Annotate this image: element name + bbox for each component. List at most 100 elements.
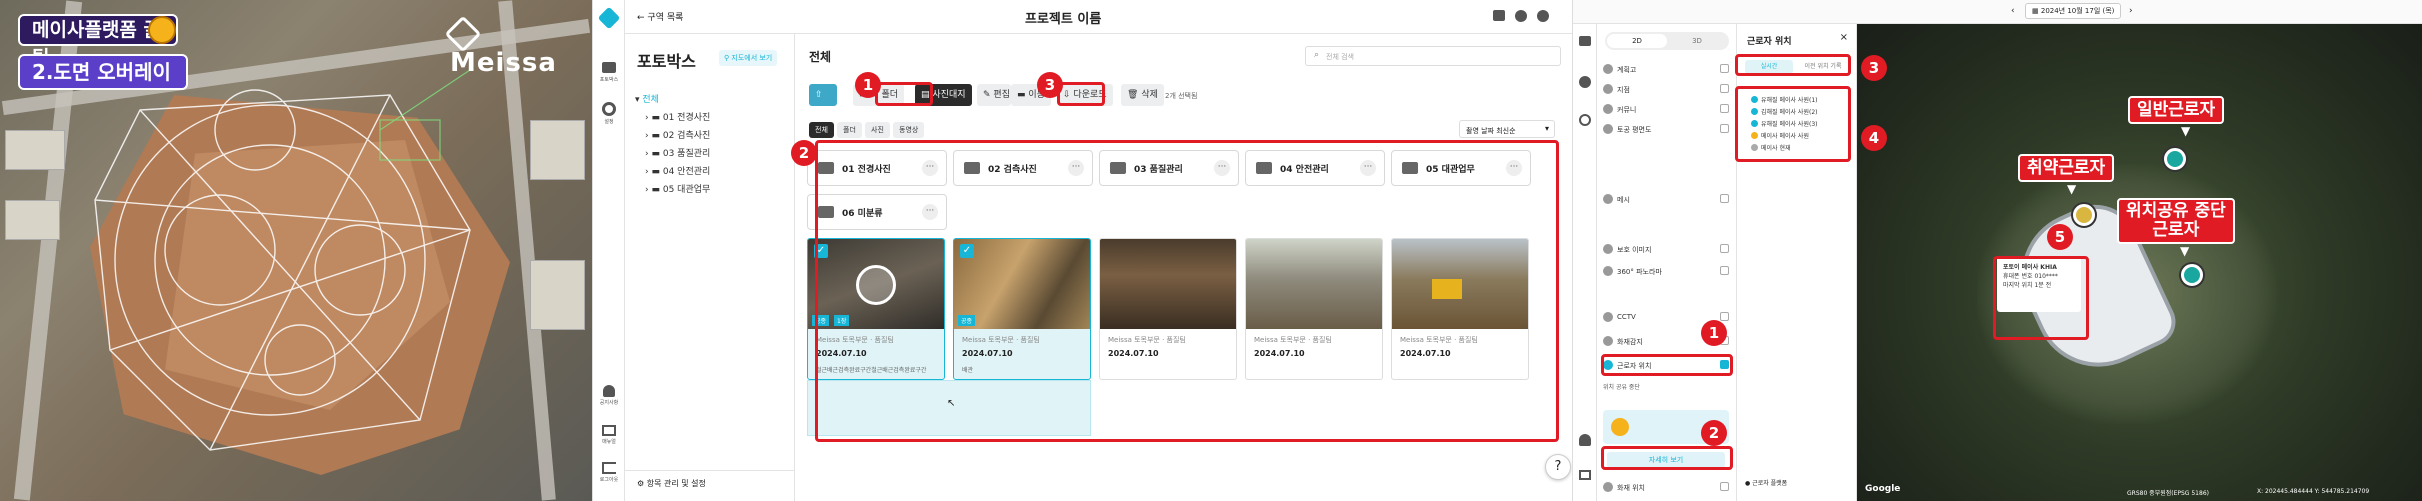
folder-icon: ▬ — [651, 149, 660, 159]
tree-item[interactable]: › ▬ 02 검측사진 — [645, 128, 710, 141]
worker-pin-general[interactable] — [2164, 148, 2186, 170]
brand-name: Meissa — [450, 48, 557, 78]
book-icon[interactable] — [602, 425, 616, 436]
layer-row[interactable]: 커뮤니 — [1603, 100, 1731, 120]
tree-item[interactable]: › ▬ 04 안전관리 — [645, 164, 710, 177]
layer-label: 보호 이미지 — [1617, 246, 1652, 254]
help-button[interactable]: ? — [1545, 454, 1571, 480]
tree-item[interactable]: › ▬ 05 대관업무 — [645, 182, 710, 195]
book-icon[interactable] — [1579, 470, 1591, 480]
checkbox-icon[interactable] — [1720, 64, 1729, 73]
layer-row[interactable]: 메시 — [1603, 190, 1731, 210]
checkbox-icon[interactable] — [1720, 104, 1729, 113]
upload-button[interactable]: ⇧ — [809, 84, 837, 106]
layer-icon — [1603, 266, 1613, 276]
logout-icon[interactable] — [602, 462, 616, 474]
tree-item-label: 04 안전관리 — [662, 167, 711, 177]
back-label: 구역 목록 — [647, 13, 684, 23]
sort-select[interactable]: 촬영 날짜 최신순 ▾ — [1459, 120, 1555, 138]
map-view-label: 지도에서 보기 — [731, 54, 773, 62]
filter-photo[interactable]: 사진 — [865, 122, 890, 138]
project-title: 프로젝트 이름 — [1025, 12, 1102, 27]
delete-button[interactable]: 🗑 삭제 — [1121, 84, 1164, 106]
bell-icon[interactable] — [603, 385, 615, 397]
layer-row[interactable]: 토공 평면도 — [1603, 120, 1731, 140]
clock-icon[interactable] — [1515, 10, 1527, 22]
bottom-item[interactable]: ● 근로자 플랫폼 — [1745, 478, 1787, 487]
layer-label: 계획고 — [1617, 66, 1637, 74]
layer-row[interactable]: 360° 파노라마 — [1603, 262, 1731, 282]
gear-icon[interactable] — [1579, 114, 1591, 126]
filter-all[interactable]: 전체 — [809, 122, 834, 138]
layer-label: 지점 — [1617, 86, 1630, 94]
filter-video[interactable]: 동영상 — [893, 122, 925, 138]
sort-label: 촬영 날짜 최신순 — [1466, 127, 1516, 135]
view-2d-button[interactable]: 2D — [1607, 34, 1667, 48]
checkbox-icon[interactable] — [1720, 84, 1729, 93]
arrow-down-icon: ▼ — [2180, 244, 2190, 258]
tree-item-label: 02 검측사진 — [662, 131, 711, 141]
checkbox-icon[interactable] — [1720, 482, 1729, 491]
calendar-icon: ▦ — [2032, 7, 2039, 15]
chevron-right-icon[interactable]: › — [2129, 6, 2133, 16]
edit-button[interactable]: ✎ 편집 — [977, 84, 1011, 106]
tree-item-label: 03 품질관리 — [662, 149, 711, 159]
step-marker: 2 — [1701, 420, 1727, 446]
bell-icon[interactable] — [1579, 434, 1591, 446]
checkbox-icon[interactable] — [1720, 124, 1729, 133]
divider — [625, 470, 795, 471]
map-view-button[interactable]: ⚲ 지도에서 보기 — [719, 50, 778, 66]
tree-item-label: 01 전경사진 — [662, 113, 711, 123]
user-icon[interactable] — [1537, 10, 1549, 22]
search-input[interactable]: ⌕ 전체 검색 — [1305, 46, 1561, 66]
checkbox-icon[interactable] — [1720, 312, 1729, 321]
layer-label: 토공 평면도 — [1617, 126, 1652, 134]
delete-label: 삭제 — [1141, 90, 1158, 100]
folder-icon: ▬ — [651, 131, 660, 141]
folder-move-icon: ▬ — [1017, 90, 1026, 100]
photobox-sidebar: 포토박스 ⚲ 지도에서 보기 ▾ 전체 › ▬ 01 전경사진 › ▬ 02 검… — [625, 34, 795, 501]
chevron-left-icon[interactable]: ‹ — [2011, 6, 2015, 16]
date-picker[interactable]: ▦ 2024년 10월 17일 (목) — [2025, 3, 2122, 19]
checkbox-icon[interactable] — [1720, 194, 1729, 203]
label-stopped-worker: 위치공유 중단 근로자 — [2117, 198, 2235, 244]
user-icon[interactable] — [1579, 76, 1591, 88]
app-logo-icon[interactable] — [597, 6, 621, 30]
pencil-icon: ✎ — [983, 90, 991, 100]
tree-item[interactable]: › ▬ 03 품질관리 — [645, 146, 710, 159]
filter-folder[interactable]: 폴더 — [837, 122, 862, 138]
pin-icon: ⚲ — [724, 54, 730, 62]
archive-icon[interactable] — [1493, 10, 1505, 21]
view-toggle[interactable]: 2D 3D — [1605, 32, 1729, 50]
checkbox-icon[interactable] — [1720, 266, 1729, 275]
worker-pin-vulnerable[interactable] — [2073, 204, 2095, 226]
date-bar: ‹ ▦ 2024년 10월 17일 (목) › — [1573, 0, 2422, 24]
gear-icon[interactable] — [602, 102, 616, 116]
settings-link[interactable]: ⚙ 항목 관리 및 설정 — [637, 478, 706, 489]
layer-row[interactable]: 계획고 — [1603, 60, 1731, 80]
photobox-panel: 포토박스 설정 공지사항 매뉴얼 로그아웃 ← 구역 목록 프로젝트 이름 포토… — [592, 0, 1573, 501]
layer-row[interactable]: 지점 — [1603, 80, 1731, 100]
tree-item[interactable]: › ▬ 01 전경사진 — [645, 110, 710, 123]
folder-icon: ▬ — [651, 185, 660, 195]
photobox-icon[interactable] — [602, 62, 616, 73]
step-marker: 3 — [1037, 72, 1063, 98]
close-icon[interactable]: × — [1840, 32, 1848, 43]
layers-icon[interactable] — [1579, 36, 1591, 46]
layer-row[interactable]: 화재 위치 — [1603, 478, 1731, 498]
worker-pin-stopped[interactable] — [2181, 264, 2203, 286]
tree-root[interactable]: ▾ 전체 — [635, 92, 659, 105]
crs-label: GRS80 중부원점(EPSG 5186) — [2127, 490, 2209, 497]
sub-option[interactable]: 위치 공유 중단 — [1603, 382, 1729, 394]
worker-panel-title: 근로자 위치 — [1747, 37, 1792, 47]
layer-icon — [1603, 482, 1613, 492]
layer-row[interactable]: 보호 이미지 — [1603, 240, 1731, 260]
search-icon: ⌕ — [1314, 50, 1320, 60]
back-link[interactable]: ← 구역 목록 — [637, 10, 683, 23]
view-3d-button[interactable]: 3D — [1667, 34, 1727, 48]
fire-icon — [1603, 336, 1613, 346]
main-heading: 전체 — [809, 50, 832, 64]
highlight-box — [875, 82, 933, 106]
sub-option-label: 위치 공유 중단 — [1603, 384, 1640, 391]
checkbox-icon[interactable] — [1720, 244, 1729, 253]
